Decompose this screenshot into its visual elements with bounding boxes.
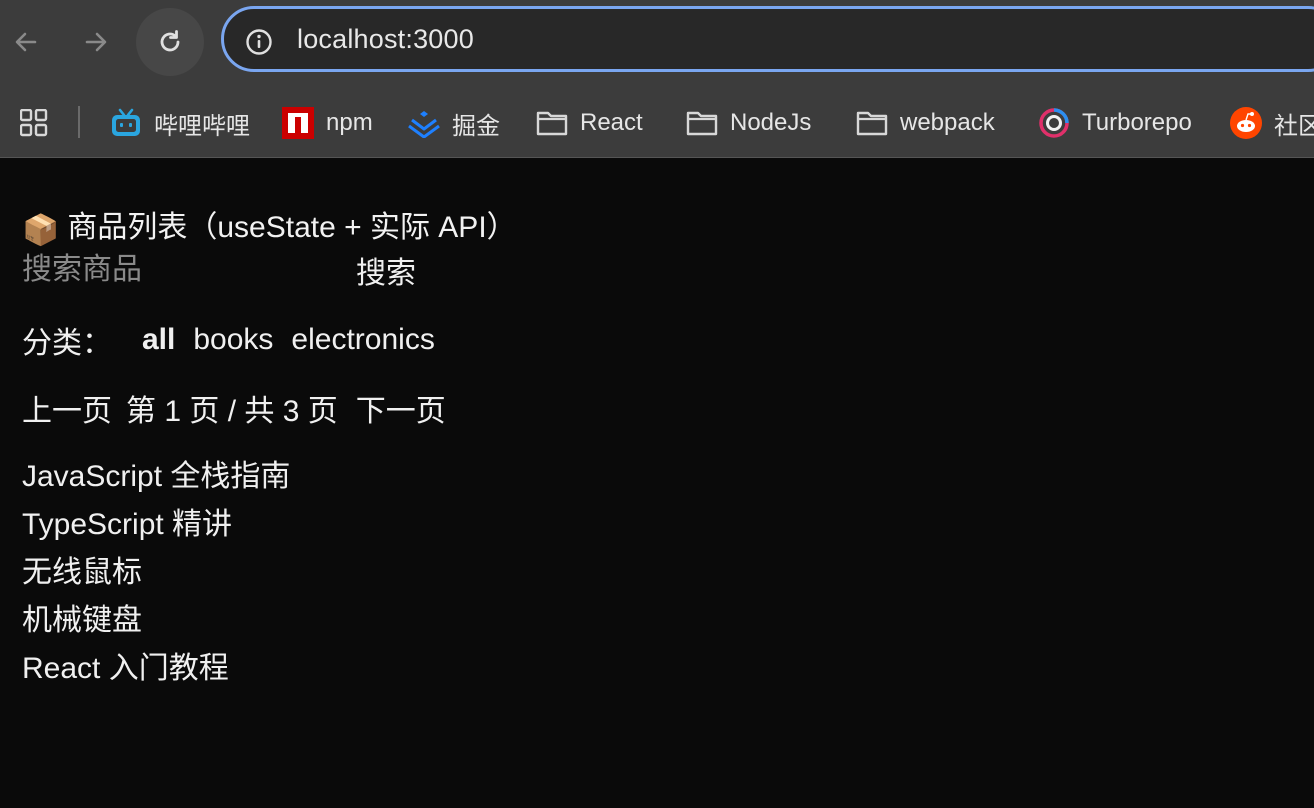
bookmark-react-folder[interactable]: React bbox=[536, 105, 643, 141]
category-label: 分类： bbox=[22, 327, 112, 360]
prev-page-button[interactable]: 上一页 bbox=[22, 386, 112, 430]
page-title-text: 商品列表（useState + 实际 API） bbox=[67, 211, 517, 244]
folder-icon bbox=[856, 111, 888, 136]
arrow-left-icon bbox=[15, 32, 37, 52]
npm-icon bbox=[282, 107, 314, 139]
category-all-button[interactable]: all bbox=[142, 323, 175, 357]
bookmark-label: webpack bbox=[900, 109, 995, 136]
product-list: JavaScript 全栈指南 TypeScript 精讲 无线鼠标 机械键盘 … bbox=[22, 453, 290, 693]
folder-icon bbox=[536, 111, 568, 136]
bookmark-label: 掘金 bbox=[452, 112, 500, 140]
page-content: 📦商品列表（useState + 实际 API） 搜索 分类： all book… bbox=[0, 158, 1314, 808]
bookmark-npm[interactable]: npm bbox=[282, 105, 373, 141]
bookmark-label: npm bbox=[326, 109, 373, 136]
bookmark-turborepo[interactable]: Turborepo bbox=[1038, 105, 1192, 141]
page-indicator: 第 1 页 / 共 3 页 bbox=[126, 395, 338, 428]
bookmark-label: React bbox=[580, 109, 643, 136]
bookmark-label: NodeJs bbox=[730, 109, 812, 136]
product-item: TypeScript 精讲 bbox=[22, 508, 233, 541]
bookmark-community[interactable]: 社区 bbox=[1230, 105, 1314, 141]
folder-icon bbox=[686, 111, 718, 136]
bilibili-icon bbox=[112, 108, 140, 136]
info-icon[interactable] bbox=[244, 27, 274, 57]
back-button[interactable] bbox=[0, 8, 60, 76]
next-page-button[interactable]: 下一页 bbox=[356, 386, 446, 430]
bookmark-label: 社区 bbox=[1274, 112, 1314, 140]
address-url[interactable]: localhost:3000 bbox=[297, 24, 474, 55]
juejin-icon bbox=[408, 111, 440, 138]
bookmarks-separator bbox=[78, 106, 80, 138]
bookmark-juejin[interactable]: 掘金 bbox=[408, 105, 500, 141]
category-electronics-button[interactable]: electronics bbox=[291, 323, 434, 357]
browser-toolbar: localhost:3000 bbox=[0, 0, 1314, 88]
reload-button[interactable] bbox=[136, 8, 204, 76]
reddit-icon bbox=[1230, 107, 1262, 139]
product-item: 无线鼠标 bbox=[22, 556, 142, 589]
bookmark-nodejs-folder[interactable]: NodeJs bbox=[686, 105, 811, 141]
forward-button[interactable] bbox=[62, 8, 130, 76]
search-button[interactable]: 搜索 bbox=[356, 248, 416, 292]
category-books-button[interactable]: books bbox=[193, 323, 273, 357]
address-bar[interactable]: localhost:3000 bbox=[221, 6, 1314, 72]
product-item: React 入门教程 bbox=[22, 652, 229, 685]
bookmark-label: Turborepo bbox=[1082, 109, 1192, 136]
apps-grid-icon[interactable] bbox=[20, 109, 48, 137]
product-item: 机械键盘 bbox=[22, 604, 142, 637]
category-filter: 分类： all books electronics bbox=[22, 318, 453, 362]
bookmarks-bar: 哔哩哔哩 npm 掘金 React NodeJs webpack Turbore… bbox=[0, 88, 1314, 158]
pagination: 上一页 第 1 页 / 共 3 页 下一页 bbox=[22, 386, 446, 430]
bookmark-webpack-folder[interactable]: webpack bbox=[856, 105, 995, 141]
turborepo-icon bbox=[1039, 108, 1069, 138]
package-icon: 📦 bbox=[22, 214, 60, 247]
bookmark-bilibili[interactable]: 哔哩哔哩 bbox=[110, 105, 250, 141]
page-title: 📦 商品列表（useState + 实际 API） bbox=[22, 202, 517, 248]
bookmark-label: 哔哩哔哩 bbox=[154, 112, 250, 140]
reload-icon bbox=[160, 30, 180, 52]
arrow-right-icon bbox=[85, 32, 107, 52]
search-input[interactable] bbox=[22, 250, 342, 290]
product-item: JavaScript 全栈指南 bbox=[22, 460, 291, 493]
